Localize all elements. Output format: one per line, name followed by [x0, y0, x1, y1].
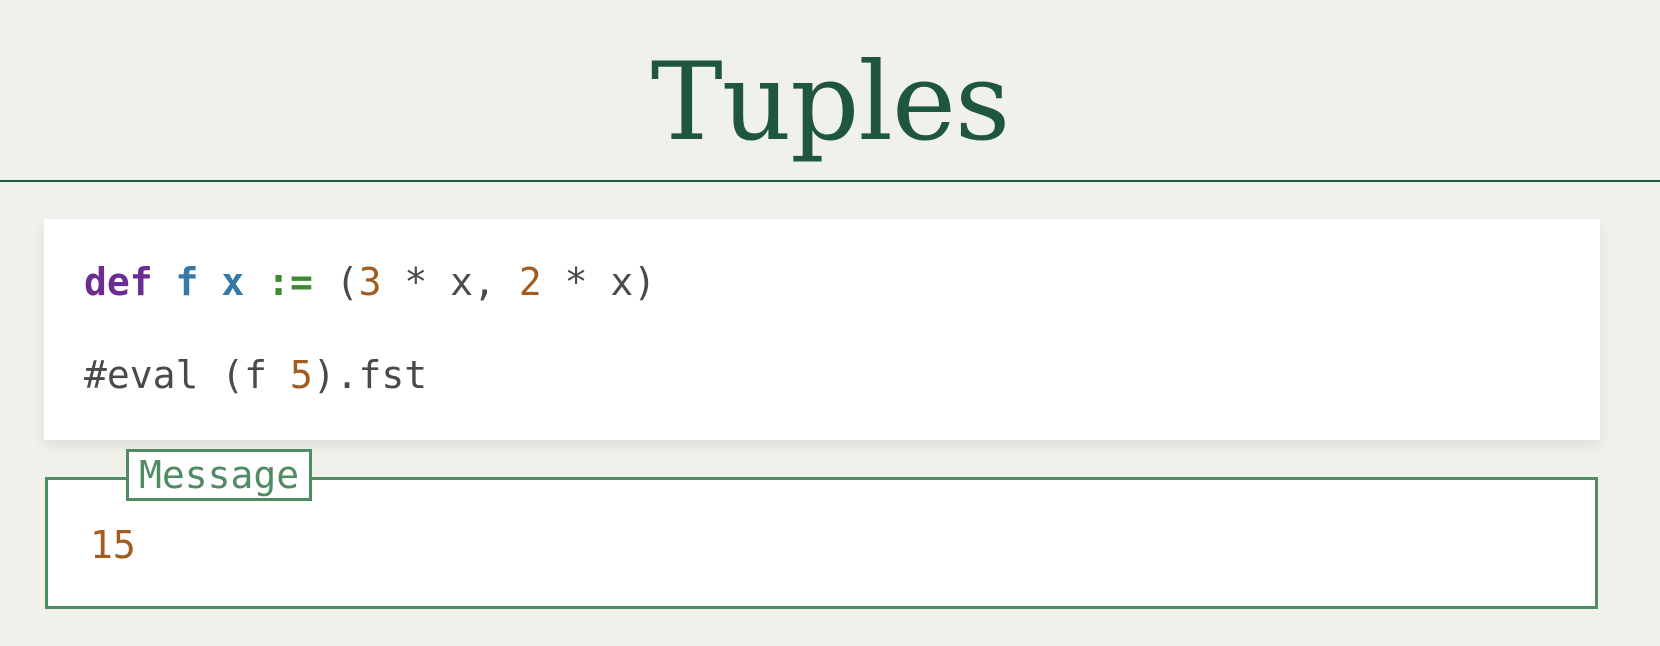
page: Tuples def f x := (3 * x, 2 * x) #eval (… [0, 0, 1660, 646]
number-literal: 5 [289, 353, 313, 397]
code-line-definition: def f x := (3 * x, 2 * x) [84, 259, 656, 305]
code-text: * x) [541, 260, 657, 304]
code-text: ).fst [312, 353, 428, 397]
assign-operator: := [267, 260, 313, 304]
number-literal: 3 [358, 260, 382, 304]
number-literal: 2 [518, 260, 542, 304]
function-param: x [221, 260, 245, 304]
eval-command: #eval (f [84, 353, 290, 397]
code-block[interactable]: def f x := (3 * x, 2 * x) #eval (f 5).fs… [44, 219, 1600, 440]
message-value: 15 [90, 523, 136, 567]
keyword-def: def [84, 260, 153, 304]
open-paren: ( [335, 260, 359, 304]
code-text: * x, [381, 260, 519, 304]
page-title: Tuples [650, 40, 1011, 165]
function-name: f [175, 260, 199, 304]
title-divider [0, 180, 1660, 182]
code-line-eval: #eval (f 5).fst [84, 352, 427, 398]
message-label: Message [126, 449, 313, 501]
